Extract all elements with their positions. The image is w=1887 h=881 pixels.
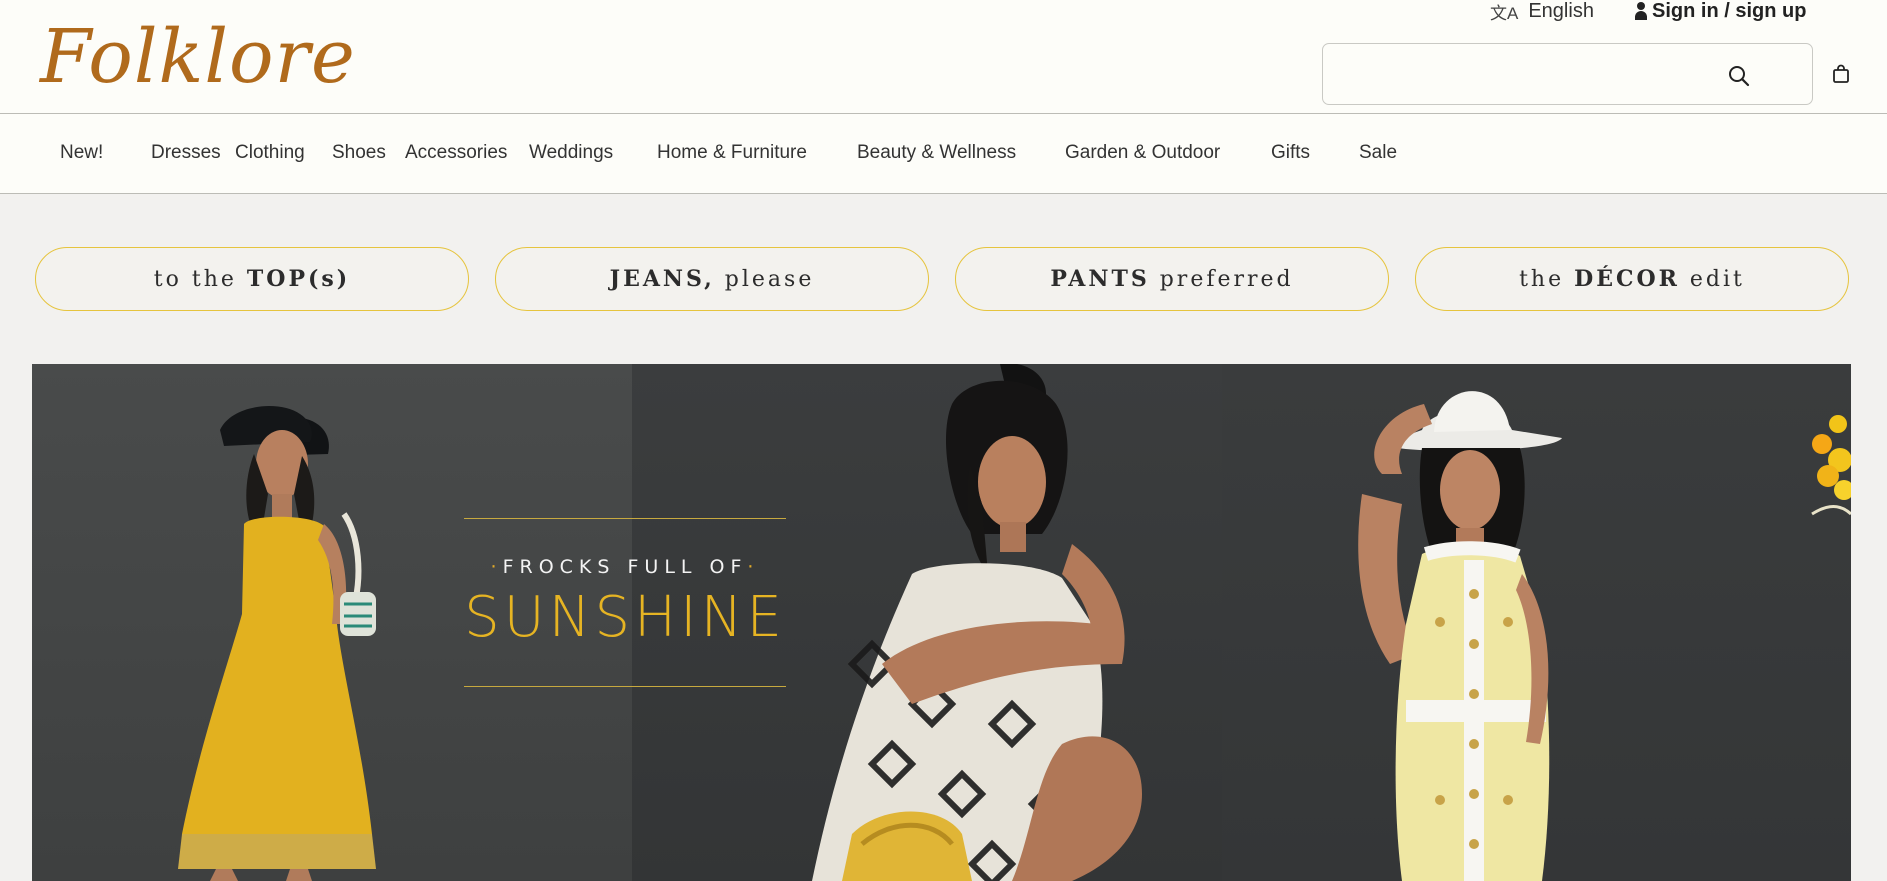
nav-item-dresses[interactable]: Dresses [151,142,221,164]
search-box [1322,43,1813,105]
promo-headline: SUNSHINE [464,585,786,650]
nav-item-accessories[interactable]: Accessories [405,142,507,164]
bullet-icon: · [747,556,760,578]
pill-bold-text: PANTS [1050,266,1150,292]
flowers-decoration [1811,415,1851,516]
nav-item-garden-outdoor[interactable]: Garden & Outdoor [1065,142,1220,164]
search-icon[interactable] [1728,65,1750,87]
model-yellow-dress [178,406,376,881]
pill-text: preferred [1149,266,1294,292]
hero-models-illustration [178,364,1851,881]
nav-item-shoes[interactable]: Shoes [332,142,386,164]
pill-text: edit [1679,266,1745,292]
search-input[interactable] [1339,54,1719,94]
category-pill-tops[interactable]: to the TOP(s) [35,247,469,311]
language-selector[interactable]: 文A English [1490,0,1594,23]
site-header: Folklore 文A English Sign in / sign up Ne… [0,0,1887,194]
person-icon [1634,2,1648,20]
bullet-icon: · [490,556,503,578]
nav-divider [0,193,1887,194]
model-hat-yellow-dress [1358,391,1562,881]
promo-kicker: ·FROCKS FULL OF· [464,556,786,578]
language-label: English [1528,0,1594,22]
main-nav: New! Dresses Clothing Shoes Accessories … [0,142,1887,168]
nav-item-weddings[interactable]: Weddings [529,142,613,164]
pill-bold-text: DÉCOR [1574,266,1680,292]
nav-item-clothing[interactable]: Clothing [235,142,305,164]
nav-item-gifts[interactable]: Gifts [1271,142,1310,164]
promo-kicker-text: FROCKS FULL OF [502,556,748,578]
hero-banner[interactable]: ·FROCKS FULL OF· SUNSHINE [32,364,1851,881]
model-patterned-dress [812,364,1142,881]
nav-item-sale[interactable]: Sale [1359,142,1397,164]
nav-item-home-furniture[interactable]: Home & Furniture [657,142,807,164]
sign-in-link[interactable]: Sign in / sign up [1634,0,1806,22]
shopping-bag-icon[interactable] [1831,64,1851,84]
sign-in-label: Sign in / sign up [1652,0,1807,22]
category-pill-pants[interactable]: PANTS preferred [955,247,1389,311]
category-pill-jeans[interactable]: JEANS, please [495,247,929,311]
category-pill-decor[interactable]: the DÉCOR edit [1415,247,1849,311]
translate-icon: 文A [1490,3,1519,23]
pill-text: please [714,266,815,292]
promo-top-rule [464,518,786,519]
nav-item-new[interactable]: New! [60,142,103,164]
pill-bold-text: TOP(s) [246,266,351,292]
pill-text: the [1519,266,1575,292]
nav-item-beauty-wellness[interactable]: Beauty & Wellness [857,142,1016,164]
pill-bold-text: JEANS, [609,266,715,292]
promo-bottom-rule [464,686,786,687]
pill-text: to the [153,266,247,292]
logo[interactable]: Folklore [40,20,356,94]
header-divider [0,113,1887,114]
